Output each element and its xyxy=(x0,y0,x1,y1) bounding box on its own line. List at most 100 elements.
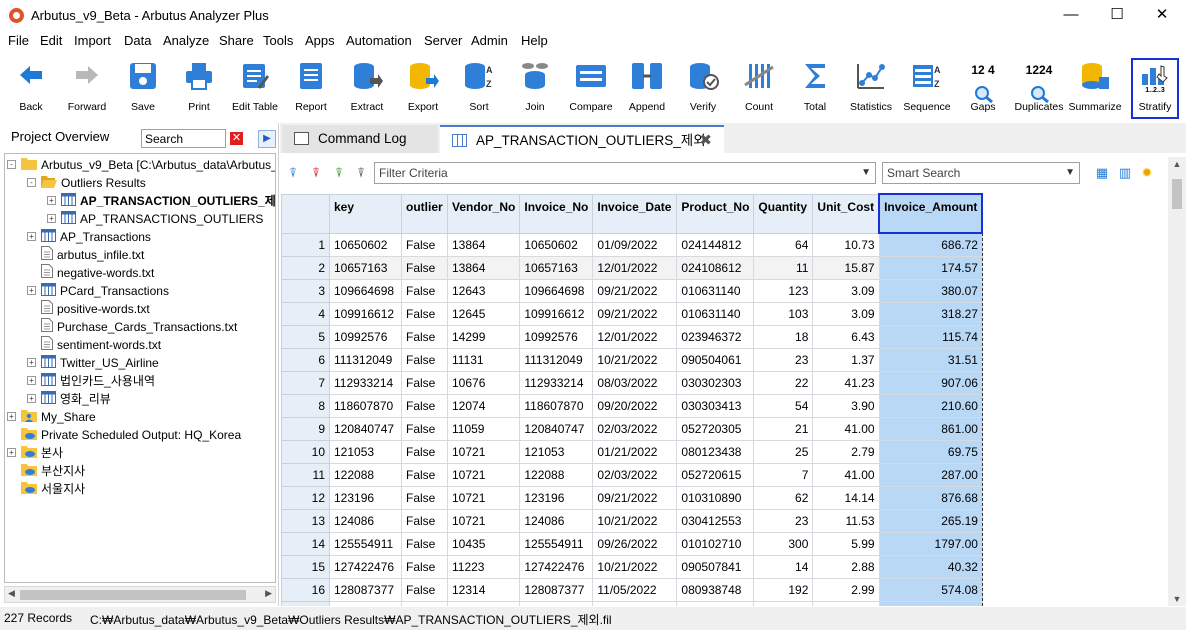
tree-item[interactable]: 서울지사 xyxy=(21,480,85,498)
tree-expander-icon[interactable]: + xyxy=(27,394,36,403)
table-cell[interactable]: 10721 xyxy=(446,508,521,533)
filter-apply-icon[interactable]: ⍒ xyxy=(330,165,348,181)
row-number[interactable]: 10 xyxy=(281,439,330,464)
table-row[interactable]: 7 112933214 False 10676 112933214 08/03/2022 0… xyxy=(281,370,983,395)
table-row[interactable]: 10 121053 False 10721 121053 01/21/2022 080123… xyxy=(281,439,983,464)
table-cell[interactable]: 210.60 xyxy=(878,393,983,418)
table-cell[interactable]: 123196 xyxy=(519,485,594,510)
table-cell[interactable]: 2.79 xyxy=(812,439,880,464)
table-cell[interactable]: 111312049 xyxy=(329,347,402,372)
table-cell[interactable]: 030303413 xyxy=(676,393,755,418)
back-button[interactable]: Back xyxy=(3,55,59,119)
column-header-invoice-no[interactable]: Invoice_No xyxy=(519,193,594,234)
verify-button[interactable]: Verify xyxy=(675,55,731,119)
table-row[interactable]: 9 120840747 False 11059 120840747 02/03/2022 0… xyxy=(281,416,983,441)
tree-item[interactable]: positive-words.txt xyxy=(41,300,150,318)
row-number[interactable]: 2 xyxy=(281,255,330,280)
table-cell[interactable]: 10721 xyxy=(446,462,521,487)
table-cell[interactable]: 115.74 xyxy=(878,324,983,349)
menu-import[interactable]: Import xyxy=(74,33,111,48)
table-cell[interactable]: 6.43 xyxy=(812,324,880,349)
table-cell[interactable]: 62 xyxy=(753,485,814,510)
column-header-invoice-date[interactable]: Invoice_Date xyxy=(592,193,678,234)
table-cell[interactable]: 876.68 xyxy=(878,485,983,510)
tab-ap-transaction-outliers[interactable]: AP_TRANSACTION_OUTLIERS_제외 ✖ xyxy=(440,125,724,153)
tree-expander-icon[interactable]: + xyxy=(27,286,36,295)
table-row[interactable]: 4 109916612 False 12645 109916612 09/21/2022 0… xyxy=(281,301,983,326)
table-cell[interactable]: 112933214 xyxy=(519,370,594,395)
row-number[interactable]: 8 xyxy=(281,393,330,418)
table-cell[interactable]: 10/21/2022 xyxy=(592,508,678,533)
table-cell[interactable]: 10657163 xyxy=(519,255,594,280)
duplicates-button[interactable]: 1224 Duplicates xyxy=(1011,55,1067,119)
table-row[interactable]: 8 118607870 False 12074 118607870 09/20/2022 0… xyxy=(281,393,983,418)
stratify-button[interactable]: 1..2..3 Stratify xyxy=(1131,58,1179,119)
table-cell[interactable]: 120840747 xyxy=(519,416,594,441)
column-header-quantity[interactable]: Quantity xyxy=(753,193,814,234)
tree-expander-icon[interactable]: + xyxy=(47,196,56,205)
table-cell[interactable] xyxy=(592,600,678,606)
table-cell[interactable]: 318.27 xyxy=(878,301,983,326)
table-cell[interactable]: 127422476 xyxy=(519,554,594,579)
table-cell[interactable]: 024144812 xyxy=(676,232,755,257)
table-cell[interactable]: False xyxy=(401,439,448,464)
forward-button[interactable]: Forward xyxy=(59,55,115,119)
table-cell[interactable]: 010310890 xyxy=(676,485,755,510)
table-cell[interactable]: 121053 xyxy=(329,439,402,464)
table-cell[interactable]: 052720305 xyxy=(676,416,755,441)
minimize-button[interactable]: — xyxy=(1056,4,1086,26)
table-cell[interactable]: False xyxy=(401,416,448,441)
table-cell[interactable]: 128087377 xyxy=(519,577,594,602)
clear-search-icon[interactable]: ✕ xyxy=(230,132,243,145)
table-cell[interactable]: False xyxy=(401,324,448,349)
table-cell[interactable]: 09/21/2022 xyxy=(592,485,678,510)
scroll-thumb[interactable] xyxy=(1172,179,1182,209)
project-search-input[interactable] xyxy=(141,129,226,148)
row-number[interactable]: 15 xyxy=(281,554,330,579)
tree-item[interactable]: 본사 xyxy=(21,444,63,462)
tree-item[interactable]: Outliers Results xyxy=(41,174,146,192)
table-cell[interactable]: 111312049 xyxy=(519,347,594,372)
scroll-down-icon[interactable]: ▼ xyxy=(1168,594,1186,604)
table-cell[interactable]: 265.19 xyxy=(878,508,983,533)
table-cell[interactable]: 09/26/2022 xyxy=(592,531,678,556)
row-number[interactable]: 14 xyxy=(281,531,330,556)
table-cell[interactable]: 10992576 xyxy=(519,324,594,349)
save-button[interactable]: Save xyxy=(115,55,171,119)
column-header-product-no[interactable]: Product_No xyxy=(676,193,755,234)
table-cell[interactable]: 128087377 xyxy=(329,577,402,602)
column-header-key[interactable]: key xyxy=(329,193,402,234)
tree-item[interactable]: AP_TRANSACTIONS_OUTLIERS xyxy=(61,210,263,228)
table-cell[interactable]: 13864 xyxy=(446,232,521,257)
table-cell[interactable]: 10/21/2022 xyxy=(592,347,678,372)
table-cell[interactable]: 69.75 xyxy=(878,439,983,464)
table-cell[interactable]: 1.37 xyxy=(812,347,880,372)
close-tab-icon[interactable]: ✖ xyxy=(699,127,712,155)
table-cell[interactable]: 14.14 xyxy=(812,485,880,510)
tree-item[interactable]: 영화_리뷰 xyxy=(41,390,111,408)
menu-share[interactable]: Share xyxy=(219,33,254,48)
extract-button[interactable]: Extract xyxy=(339,55,395,119)
tree-item[interactable]: Twitter_US_Airline xyxy=(41,354,159,372)
table-cell[interactable]: 12645 xyxy=(446,301,521,326)
table-row[interactable]: 11 122088 False 10721 122088 02/03/2022 052720… xyxy=(281,462,983,487)
table-cell[interactable]: False xyxy=(401,485,448,510)
menu-apps[interactable]: Apps xyxy=(305,33,335,48)
table-cell[interactable]: 11.53 xyxy=(812,508,880,533)
table-cell[interactable]: 1797.00 xyxy=(878,531,983,556)
row-number[interactable]: 6 xyxy=(281,347,330,372)
table-row[interactable]: 1 10650602 False 13864 10650602 01/09/2022 024… xyxy=(281,232,983,257)
table-cell[interactable]: 122088 xyxy=(329,462,402,487)
table-cell[interactable]: 10992576 xyxy=(329,324,402,349)
table-cell[interactable] xyxy=(446,600,521,606)
table-view-icon[interactable]: ▦ xyxy=(1093,165,1111,181)
table-cell[interactable]: 112933214 xyxy=(329,370,402,395)
table-cell[interactable]: 123196 xyxy=(329,485,402,510)
table-cell[interactable]: 02/03/2022 xyxy=(592,462,678,487)
chart-view-icon[interactable]: ▥ xyxy=(1116,165,1134,181)
table-cell[interactable]: 686.72 xyxy=(878,232,983,257)
tree-horizontal-scrollbar[interactable]: ◀ ▶ xyxy=(4,586,276,603)
table-cell[interactable]: 080938748 xyxy=(676,577,755,602)
table-cell[interactable]: 121053 xyxy=(519,439,594,464)
table-cell[interactable]: 10650602 xyxy=(519,232,594,257)
